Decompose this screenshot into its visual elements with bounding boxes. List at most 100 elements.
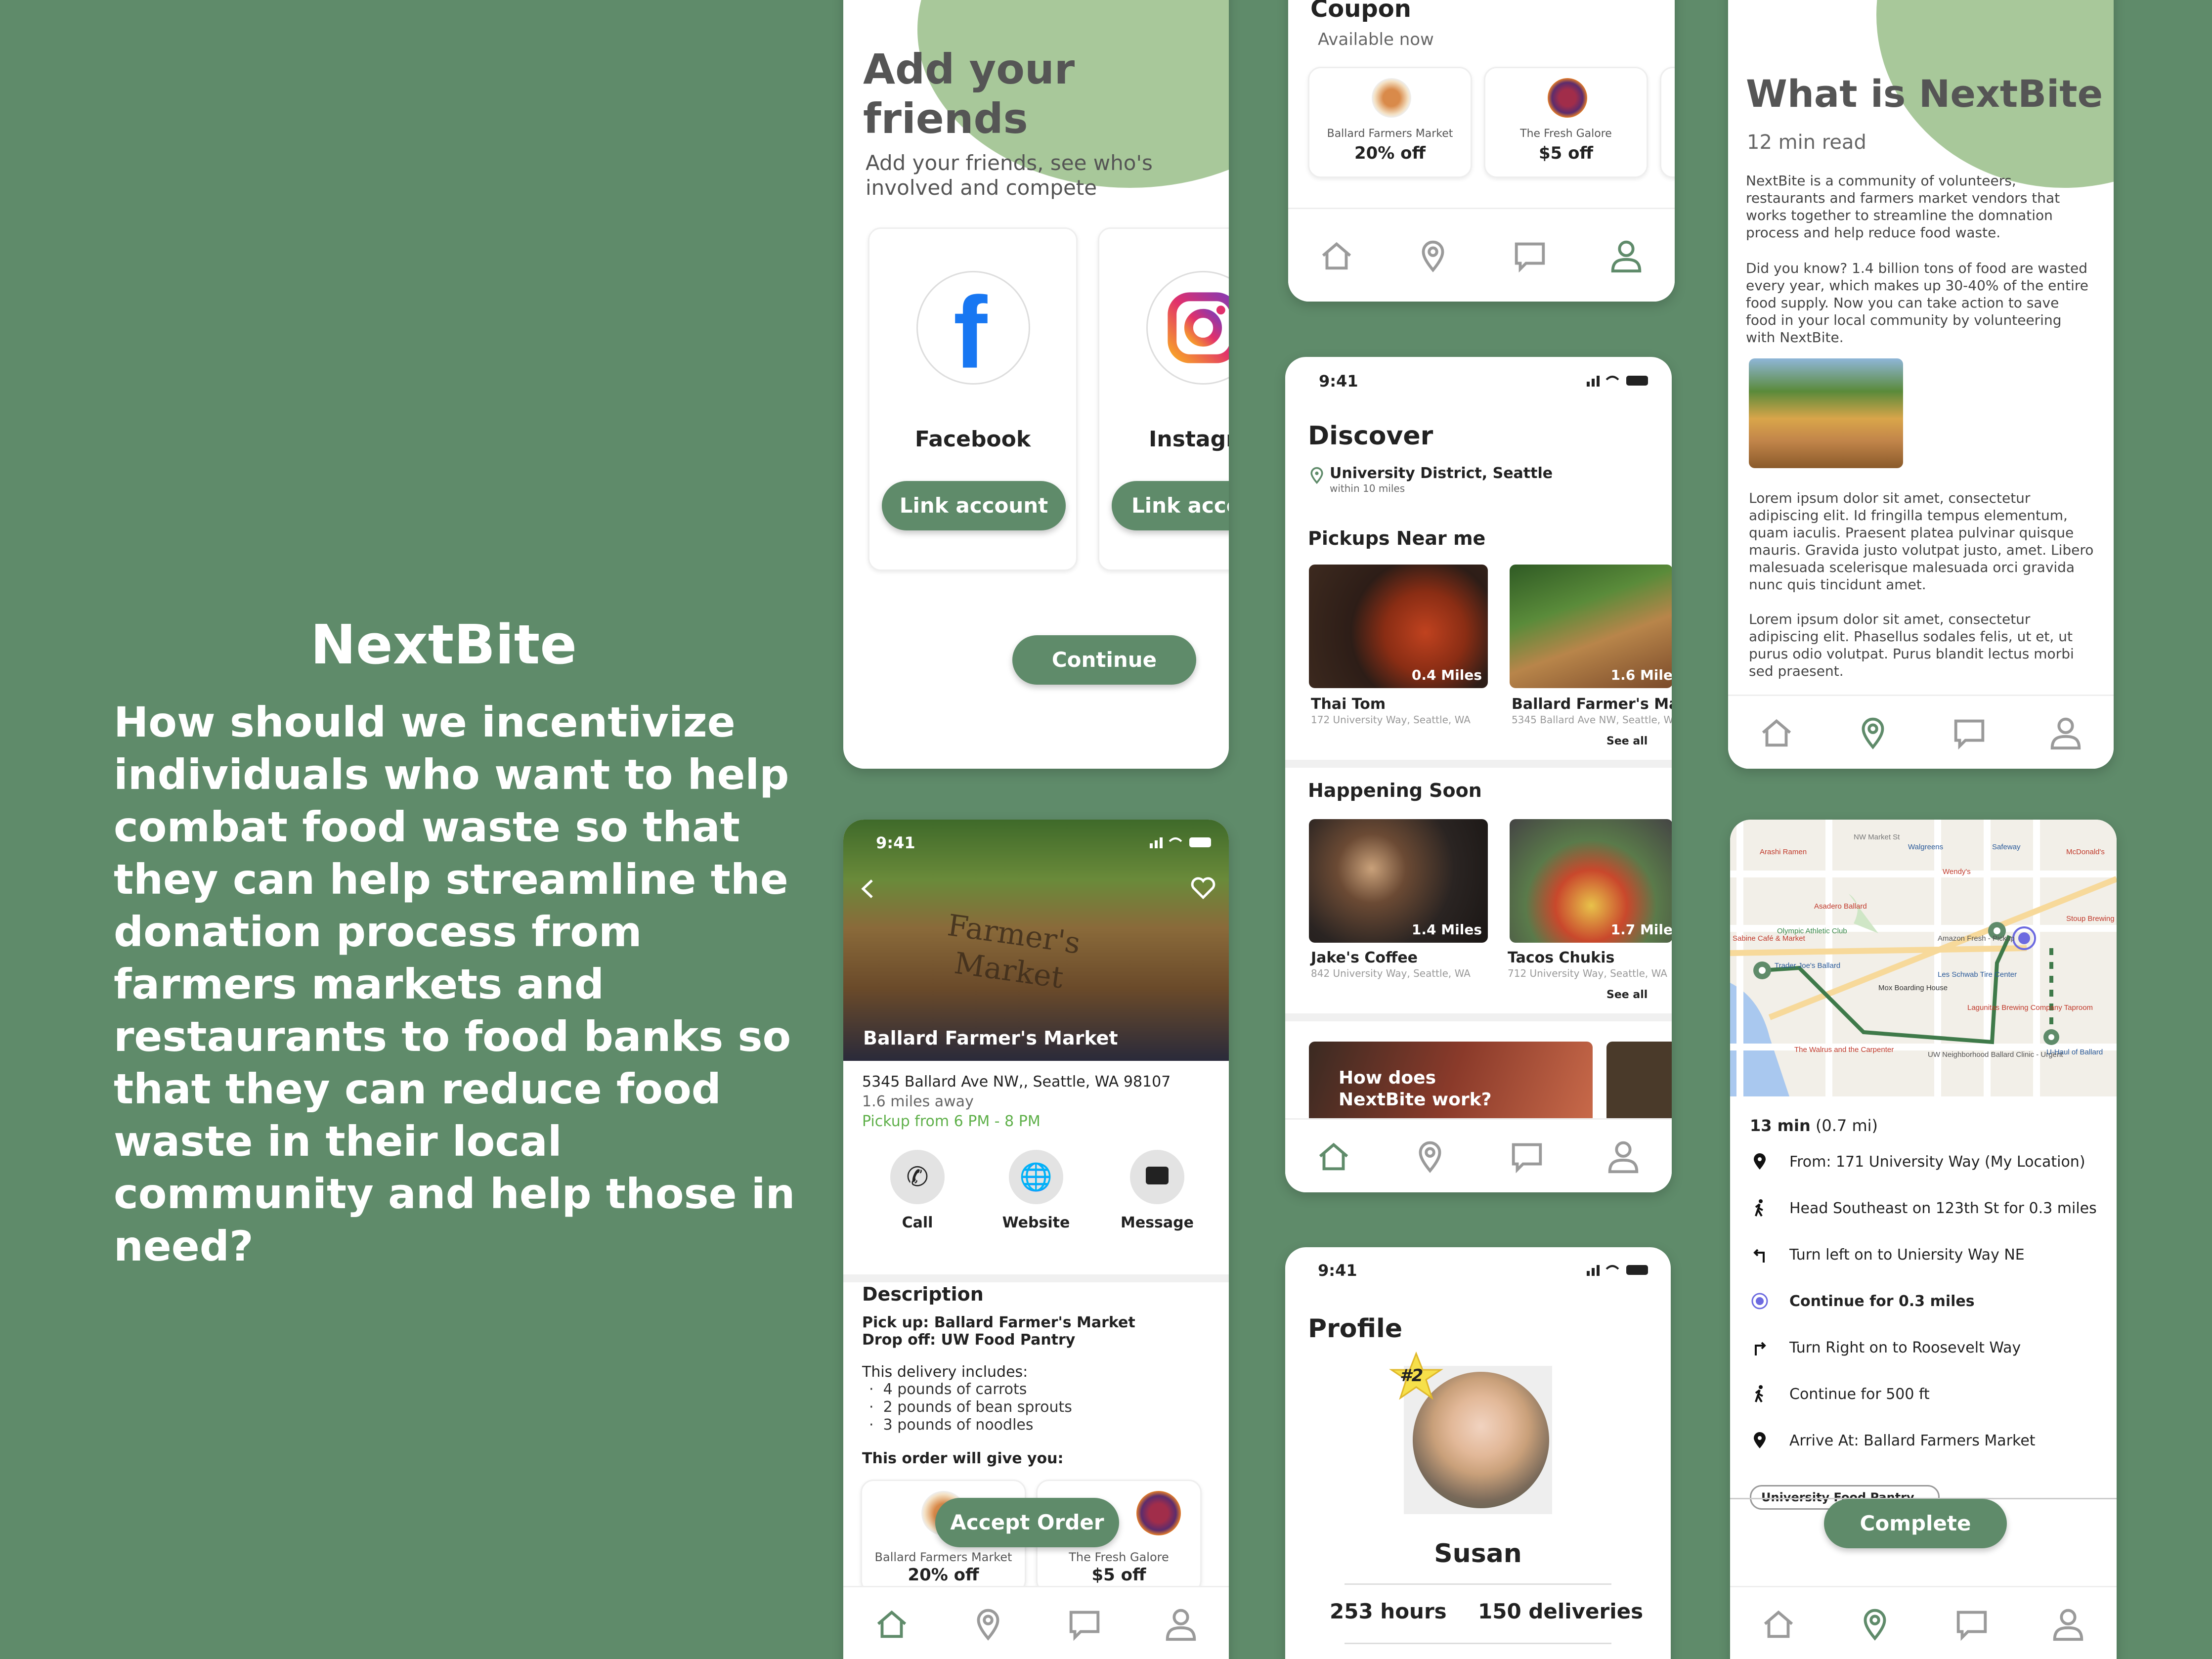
map-label: U-Haul of Ballard bbox=[2046, 1048, 2103, 1056]
market-detail-screen: Farmer's Market 9:41 Ballard Farmer's Ma… bbox=[843, 820, 1229, 1659]
map-label: Lagunitas Brewing Company Taproom bbox=[1967, 1004, 2093, 1012]
map-pin-icon[interactable] bbox=[1854, 713, 1892, 752]
add-friends-screen: Add your friends Add your friends, see w… bbox=[843, 0, 1229, 769]
home-icon[interactable] bbox=[1317, 236, 1356, 275]
eta-summary: 13 min (0.7 mi) bbox=[1750, 1116, 1878, 1135]
chat-icon[interactable] bbox=[1952, 1605, 1991, 1643]
event-name: Jake's Coffee bbox=[1311, 949, 1418, 966]
bottom-nav bbox=[1730, 1586, 2117, 1659]
chat-icon[interactable] bbox=[1950, 713, 1989, 752]
event-photo[interactable]: 1.4 Miles bbox=[1309, 819, 1488, 943]
location-dot-icon bbox=[1751, 1293, 1768, 1310]
how-it-works-banner[interactable]: How does NextBite work? bbox=[1309, 1042, 1593, 1126]
market-address: 5345 Ballard Ave NW,, Seattle, WA 98107 bbox=[862, 1073, 1171, 1091]
map-label: NW Market St bbox=[1854, 833, 1900, 841]
pickup-name: Ballard Farmer's Mark bbox=[1512, 696, 1672, 713]
profile-icon[interactable] bbox=[1607, 236, 1646, 275]
website-label: Website bbox=[1002, 1214, 1070, 1231]
delivery-items: · 4 pounds of carrots · 2 pounds of bean… bbox=[869, 1381, 1072, 1434]
happening-soon-header: Happening Soon bbox=[1308, 780, 1482, 801]
map-pin-icon[interactable] bbox=[1414, 236, 1452, 275]
route-step-text: Continue for 500 ft bbox=[1789, 1385, 1930, 1403]
section-divider bbox=[1285, 1013, 1672, 1021]
rank-badge: #2 bbox=[1400, 1366, 1424, 1386]
event-address: 712 University Way, Seattle, WA bbox=[1508, 967, 1667, 979]
distance-badge: 1.6 Mile bbox=[1610, 667, 1672, 683]
status-time: 9:41 bbox=[1319, 372, 1358, 391]
route-step-text: Continue for 0.3 miles bbox=[1789, 1292, 1975, 1310]
map-label: Walgreens bbox=[1908, 843, 1943, 851]
route-step-text: From: 171 University Way (My Location) bbox=[1789, 1153, 2085, 1171]
accept-order-button[interactable]: Accept Order bbox=[935, 1498, 1119, 1547]
profile-divider bbox=[1345, 1583, 1611, 1585]
complete-order-button[interactable]: Complete Order bbox=[1824, 1499, 2007, 1585]
article-paragraph: Lorem ipsum dolor sit amet, consectetur … bbox=[1749, 611, 2074, 679]
message-action[interactable]: Message bbox=[1115, 1150, 1199, 1231]
pickup-photo[interactable]: 1.6 Mile bbox=[1510, 565, 1672, 688]
home-icon[interactable] bbox=[1314, 1137, 1353, 1176]
route-step-text: Head Southeast on 123th St for 0.3 miles bbox=[1789, 1199, 2097, 1217]
route-step-text: Arrive At: Ballard Farmers Market bbox=[1789, 1432, 2036, 1449]
coupon-card[interactable]: The Fresh Galore $5 off bbox=[1484, 67, 1648, 178]
map-pin-icon[interactable] bbox=[969, 1605, 1007, 1643]
chat-icon[interactable] bbox=[1065, 1605, 1104, 1643]
home-icon[interactable] bbox=[1759, 1605, 1798, 1643]
instagram-label: Instagra bbox=[1149, 427, 1229, 452]
see-all-link[interactable]: See all bbox=[1606, 989, 1648, 1001]
coupon-card-partial[interactable] bbox=[1660, 67, 1675, 178]
link-instagram-button[interactable]: Link acco bbox=[1112, 481, 1229, 530]
back-arrow-icon[interactable] bbox=[858, 876, 878, 901]
status-icons bbox=[1150, 837, 1211, 848]
description-header: Description bbox=[862, 1283, 984, 1305]
link-facebook-button[interactable]: Link account bbox=[882, 481, 1066, 530]
route-step: Turn left on to Uniersity Way NE bbox=[1750, 1245, 2025, 1265]
chat-icon[interactable] bbox=[1511, 236, 1549, 275]
route-map[interactable]: Arashi Ramen NW Market St Walgreens Safe… bbox=[1730, 820, 2117, 1096]
map-label: Wendy's bbox=[1943, 868, 1971, 876]
eta-time: 13 min bbox=[1750, 1116, 1811, 1135]
favorite-heart-icon[interactable] bbox=[1189, 874, 1217, 902]
home-icon[interactable] bbox=[1757, 713, 1796, 752]
route-screen: Arashi Ramen NW Market St Walgreens Safe… bbox=[1730, 820, 2117, 1659]
location-pin-icon bbox=[1310, 467, 1323, 484]
page-title: Add your friends bbox=[863, 45, 1075, 143]
map-label: Mox Boarding House bbox=[1878, 984, 1948, 992]
call-action[interactable]: ✆ Call bbox=[888, 1150, 947, 1231]
article-screen: What is NextBite 12 min read NextBite is… bbox=[1728, 0, 2114, 769]
hours-stat: 253 hours bbox=[1330, 1599, 1447, 1623]
profile-divider bbox=[1345, 1643, 1611, 1644]
chat-bubble-icon bbox=[1130, 1150, 1184, 1204]
market-name: Ballard Farmer's Market bbox=[863, 1027, 1118, 1049]
status-time: 9:41 bbox=[876, 833, 915, 852]
crate-lettering: Farmer's Market bbox=[945, 908, 1083, 996]
profile-icon[interactable] bbox=[1162, 1605, 1200, 1643]
profile-icon[interactable] bbox=[2049, 1605, 2087, 1643]
section-divider bbox=[843, 1274, 1229, 1282]
turn-left-icon bbox=[1753, 1249, 1765, 1263]
coupon-card[interactable]: Ballard Farmers Market 20% off bbox=[1308, 67, 1472, 178]
home-icon[interactable] bbox=[872, 1605, 911, 1643]
article-paragraph: Lorem ipsum dolor sit amet, consectetur … bbox=[1749, 490, 2094, 593]
list-item: · 4 pounds of carrots bbox=[869, 1381, 1027, 1398]
instagram-icon bbox=[1146, 271, 1229, 385]
website-action[interactable]: 🌐 Website bbox=[997, 1150, 1076, 1231]
map-label: Safeway bbox=[1992, 843, 2021, 851]
facebook-label: Facebook bbox=[914, 427, 1031, 452]
walk-icon bbox=[1755, 1385, 1763, 1403]
bottom-nav bbox=[1285, 1118, 1672, 1192]
continue-button[interactable]: Continue bbox=[1012, 635, 1196, 685]
route-step-text: Turn left on to Uniersity Way NE bbox=[1789, 1246, 2025, 1264]
chat-icon[interactable] bbox=[1508, 1137, 1546, 1176]
map-pin-icon[interactable] bbox=[1856, 1605, 1894, 1643]
banner-partial[interactable] bbox=[1606, 1042, 1672, 1126]
pickup-photo[interactable]: 0.4 Miles bbox=[1309, 565, 1488, 688]
profile-icon[interactable] bbox=[1604, 1137, 1643, 1176]
event-photo[interactable]: 1.7 Mile bbox=[1510, 819, 1672, 943]
message-label: Message bbox=[1121, 1214, 1194, 1231]
see-all-link[interactable]: See all bbox=[1606, 735, 1648, 747]
map-pin-icon[interactable] bbox=[1411, 1137, 1449, 1176]
coupon-screen: Coupon Available now Ballard Farmers Mar… bbox=[1288, 0, 1675, 302]
profile-icon[interactable] bbox=[2046, 713, 2085, 752]
route-step: Continue for 500 ft bbox=[1750, 1384, 1930, 1404]
location-label[interactable]: University District, Seattle bbox=[1330, 465, 1553, 482]
